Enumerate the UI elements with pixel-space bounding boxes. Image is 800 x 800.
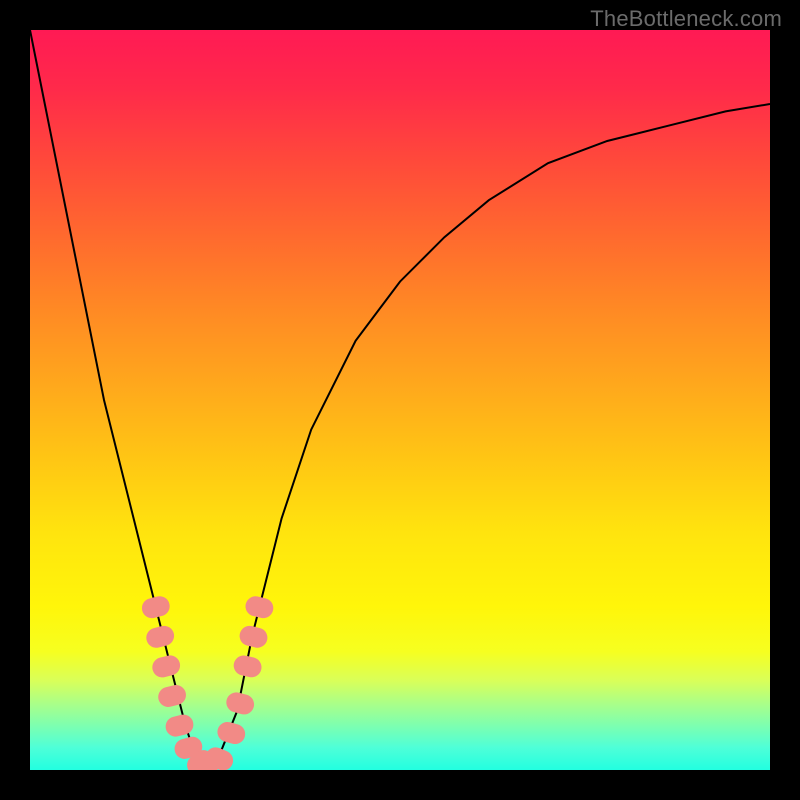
curve-marker xyxy=(156,683,188,709)
watermark-label: TheBottleneck.com xyxy=(590,6,782,32)
curve-marker xyxy=(232,654,264,680)
curve-marker xyxy=(215,720,247,747)
curve-marker xyxy=(238,624,270,650)
curve-marker xyxy=(163,713,195,739)
curve-marker xyxy=(150,653,182,679)
curve-marker xyxy=(140,594,172,620)
bottleneck-chart xyxy=(30,30,770,770)
curve-layer xyxy=(30,30,770,766)
curve-marker xyxy=(244,594,276,620)
curve-marker xyxy=(144,624,176,650)
bottleneck-curve xyxy=(30,30,770,766)
curve-marker xyxy=(224,690,256,717)
